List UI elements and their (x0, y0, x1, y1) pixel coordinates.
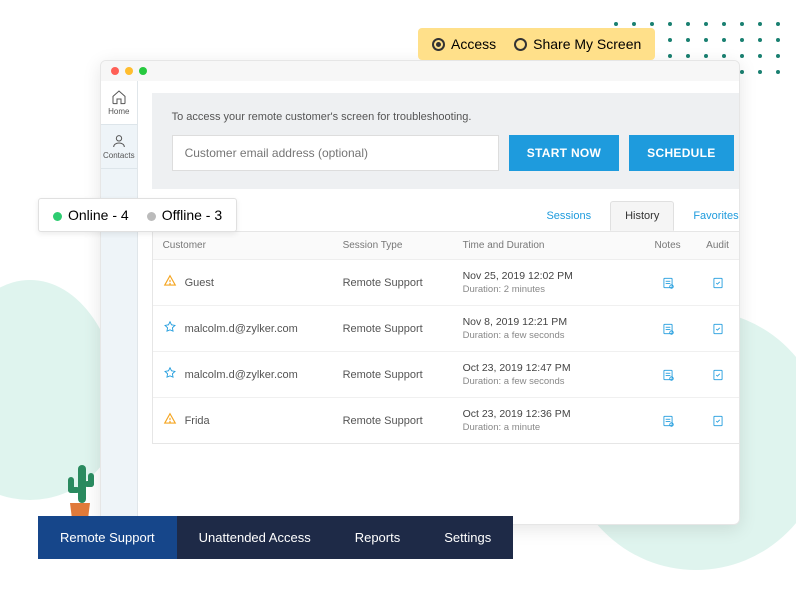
customer-email-input[interactable] (172, 135, 499, 171)
radio-access-label: Access (451, 36, 496, 52)
radio-selected-icon (432, 38, 445, 51)
radio-share[interactable]: Share My Screen (514, 36, 641, 52)
notes-button[interactable] (643, 414, 693, 428)
cell-type: Remote Support (343, 277, 463, 289)
audit-button[interactable] (693, 276, 740, 290)
hero-text: To access your remote customer's screen … (172, 111, 734, 123)
cell-type: Remote Support (343, 415, 463, 427)
notes-button[interactable] (643, 368, 693, 382)
sidebar-contacts-label: Contacts (103, 151, 135, 160)
sidebar-item-contacts[interactable]: Contacts (101, 125, 137, 169)
mode-selector: Access Share My Screen (418, 28, 655, 60)
minimize-icon[interactable] (125, 67, 133, 75)
radio-share-label: Share My Screen (533, 36, 641, 52)
table-header: Customer Session Type Time and Duration … (153, 232, 740, 260)
cell-type: Remote Support (343, 323, 463, 335)
cell-customer: malcolm.d@zylker.com (163, 366, 343, 383)
audit-button[interactable] (693, 368, 740, 382)
cell-type: Remote Support (343, 369, 463, 381)
start-now-button[interactable]: START NOW (509, 135, 619, 171)
customer-name: malcolm.d@zylker.com (185, 323, 298, 335)
tab-sessions[interactable]: Sessions (531, 201, 606, 231)
sidebar-home-label: Home (108, 107, 129, 116)
customer-name: Guest (185, 277, 214, 289)
cactus-illustration (60, 455, 100, 525)
col-type: Session Type (343, 240, 463, 251)
nav-remote-support[interactable]: Remote Support (38, 516, 177, 559)
status-online: Online - 4 (53, 207, 129, 223)
sidebar-item-home[interactable]: Home (101, 81, 137, 125)
online-dot-icon (53, 212, 62, 221)
contacts-icon (111, 133, 127, 149)
bottom-nav: Remote Support Unattended Access Reports… (38, 516, 513, 559)
cell-time: Nov 8, 2019 12:21 PMDuration: a few seco… (463, 316, 643, 341)
schedule-button[interactable]: SCHEDULE (629, 135, 733, 171)
audit-button[interactable] (693, 322, 740, 336)
table-row: malcolm.d@zylker.com Remote SupportOct 23… (153, 352, 740, 398)
table-row: Frida Remote SupportOct 23, 2019 12:36 PM… (153, 398, 740, 443)
radio-access[interactable]: Access (432, 36, 496, 52)
cell-customer: malcolm.d@zylker.com (163, 320, 343, 337)
notes-button[interactable] (643, 276, 693, 290)
guest-icon (163, 412, 177, 429)
cell-time: Nov 25, 2019 12:02 PMDuration: 2 minutes (463, 270, 643, 295)
cell-time: Oct 23, 2019 12:36 PMDuration: a minute (463, 408, 643, 433)
col-time: Time and Duration (463, 240, 643, 251)
status-chip: Online - 4 Offline - 3 (38, 198, 237, 232)
col-notes: Notes (643, 240, 693, 251)
audit-button[interactable] (693, 414, 740, 428)
guest-icon (163, 274, 177, 291)
offline-dot-icon (147, 212, 156, 221)
nav-settings[interactable]: Settings (422, 516, 513, 559)
cell-time: Oct 23, 2019 12:47 PMDuration: a few sec… (463, 362, 643, 387)
cell-customer: Guest (163, 274, 343, 291)
tab-history[interactable]: History (610, 201, 674, 231)
table-row: Guest Remote SupportNov 25, 2019 12:02 PM… (153, 260, 740, 306)
maximize-icon[interactable] (139, 67, 147, 75)
customer-name: malcolm.d@zylker.com (185, 369, 298, 381)
col-customer: Customer (163, 240, 343, 251)
nav-reports[interactable]: Reports (333, 516, 423, 559)
hero-panel: To access your remote customer's screen … (152, 93, 740, 189)
app-window: Home Contacts To access your remote cust… (100, 60, 740, 525)
history-table: Customer Session Type Time and Duration … (152, 231, 740, 444)
main-content: To access your remote customer's screen … (138, 81, 740, 524)
table-row: malcolm.d@zylker.com Remote SupportNov 8,… (153, 306, 740, 352)
sidebar: Home Contacts (101, 81, 138, 524)
notes-button[interactable] (643, 322, 693, 336)
status-offline: Offline - 3 (147, 207, 222, 223)
close-icon[interactable] (111, 67, 119, 75)
home-icon (111, 89, 127, 105)
col-audit: Audit (693, 240, 740, 251)
tab-favorites[interactable]: Favorites (678, 201, 740, 231)
nav-unattended-access[interactable]: Unattended Access (177, 516, 333, 559)
titlebar (101, 61, 739, 81)
customer-name: Frida (185, 415, 210, 427)
star-icon (163, 366, 177, 383)
radio-unselected-icon (514, 38, 527, 51)
star-icon (163, 320, 177, 337)
cell-customer: Frida (163, 412, 343, 429)
